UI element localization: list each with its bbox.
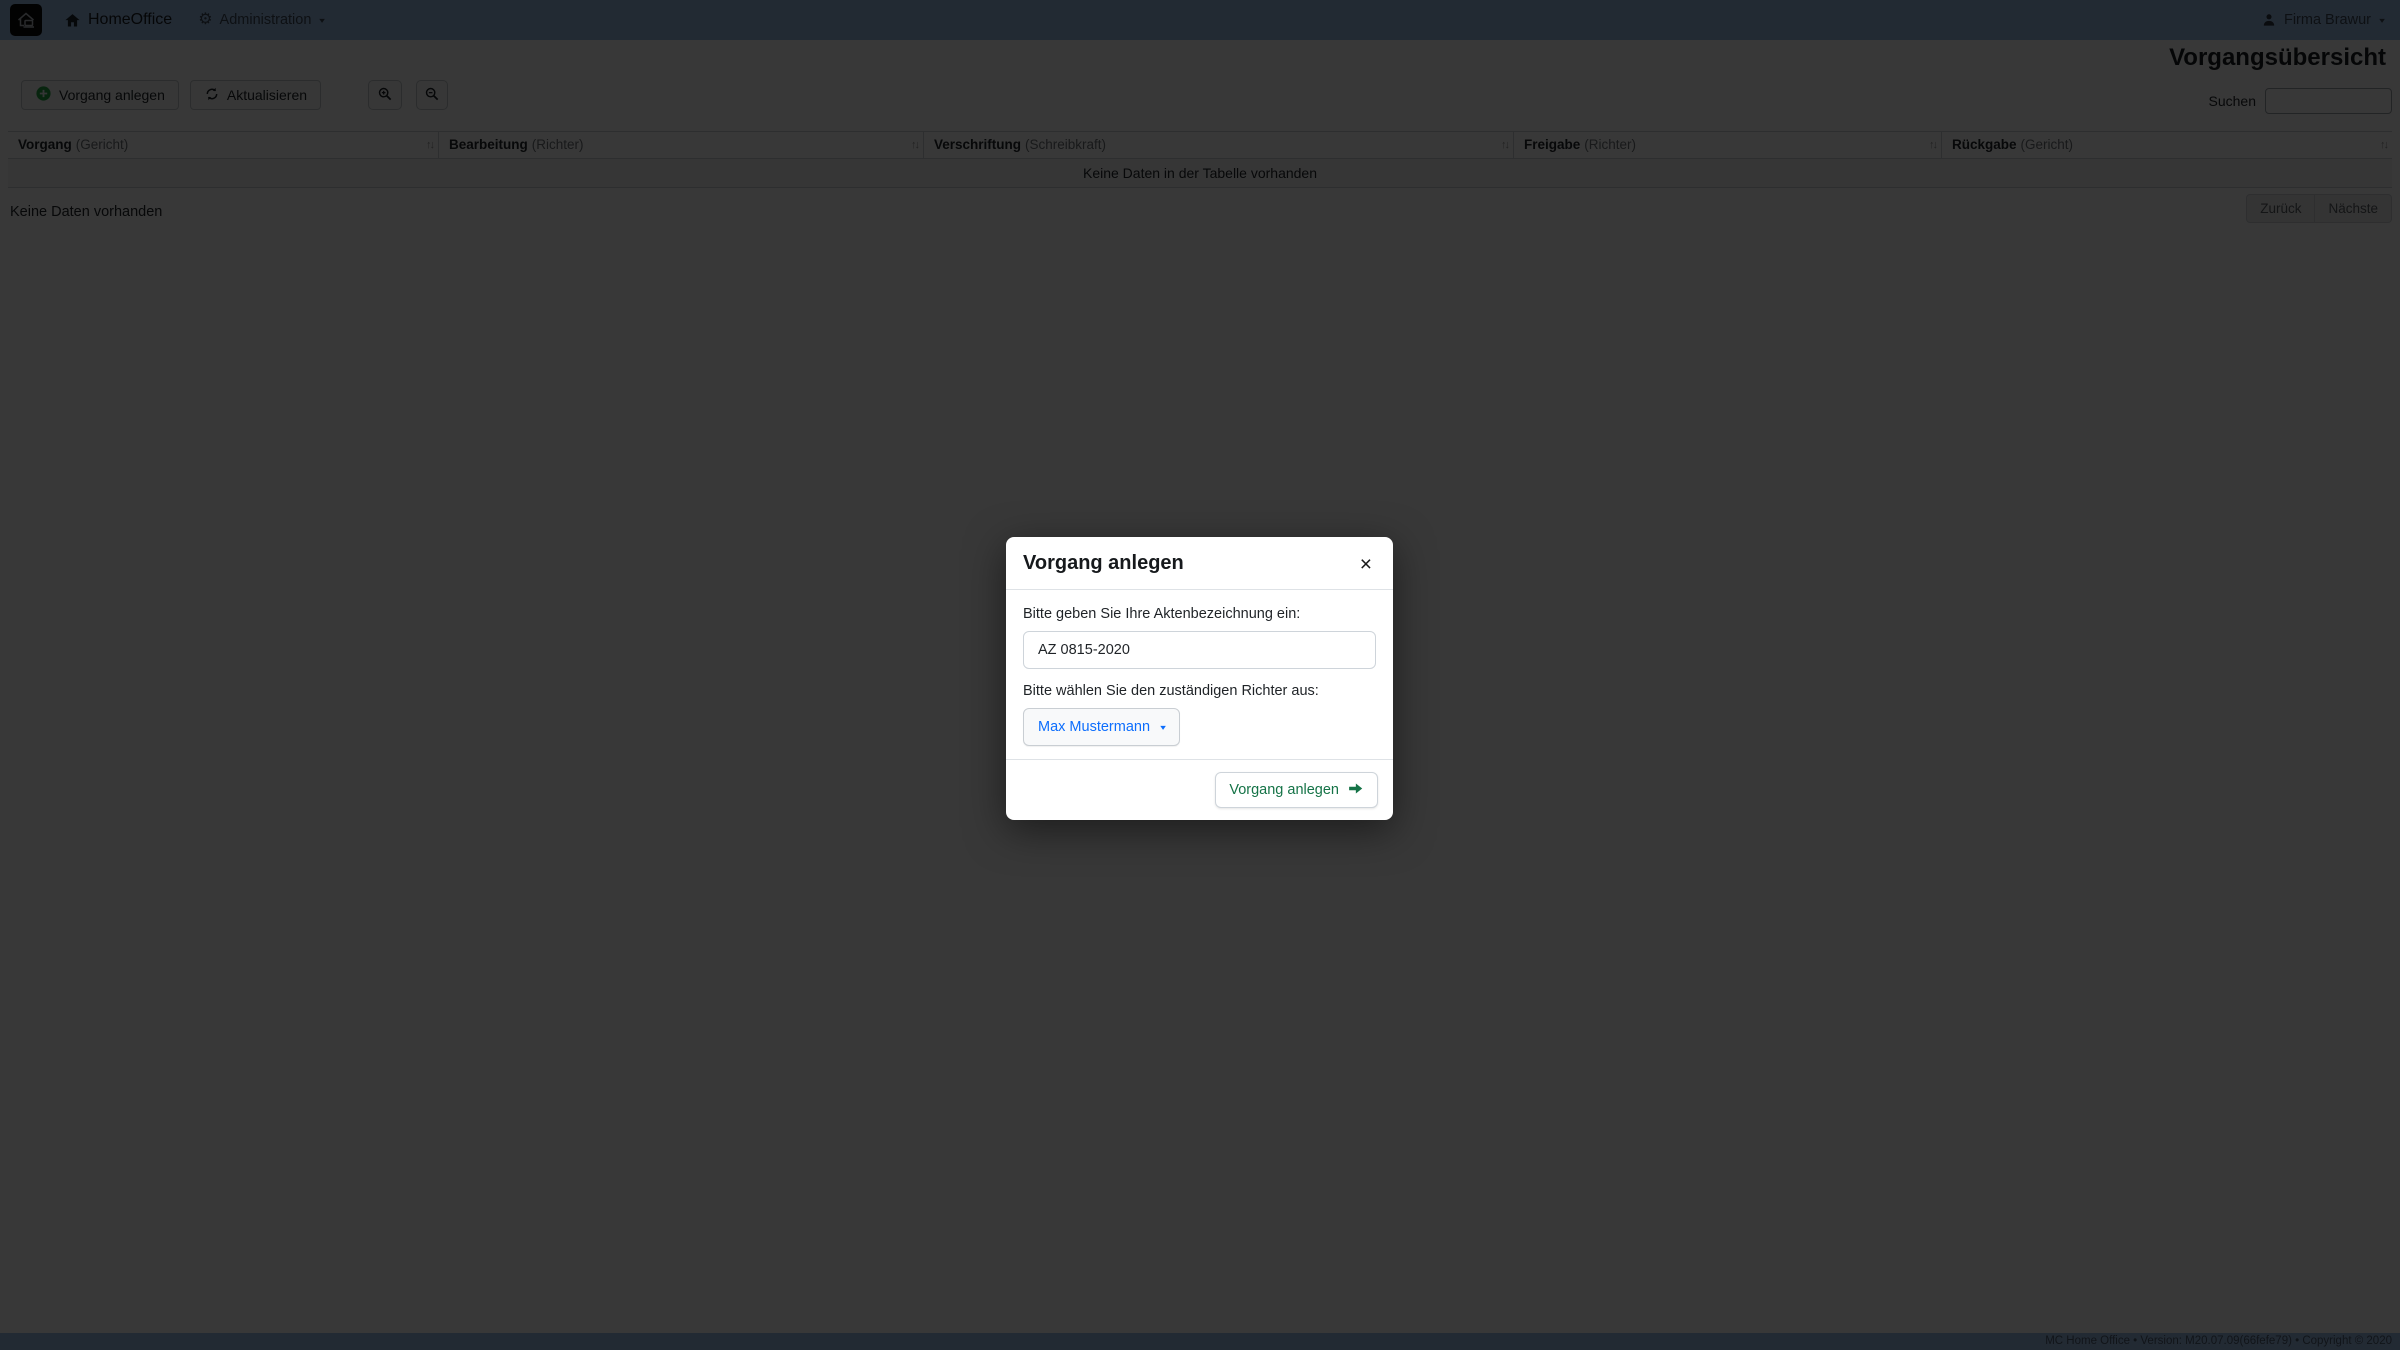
- arrow-right-icon: [1347, 780, 1364, 801]
- file-reference-input[interactable]: [1023, 631, 1376, 669]
- judge-dropdown[interactable]: Max Mustermann ▾: [1023, 708, 1180, 746]
- modal-submit-label: Vorgang anlegen: [1229, 782, 1339, 798]
- judge-select-label: Bitte wählen Sie den zuständigen Richter…: [1023, 683, 1376, 699]
- judge-selected-value: Max Mustermann: [1038, 719, 1150, 735]
- close-icon: ×: [1360, 553, 1372, 576]
- modal-footer: Vorgang anlegen: [1006, 759, 1393, 820]
- app-screen: HomeOffice ⚙ Administration ▾ Firma Braw…: [0, 0, 2400, 1350]
- modal-body: Bitte geben Sie Ihre Aktenbezeichnung ei…: [1006, 590, 1393, 759]
- modal-submit-button[interactable]: Vorgang anlegen: [1215, 772, 1378, 808]
- file-reference-label: Bitte geben Sie Ihre Aktenbezeichnung ei…: [1023, 606, 1376, 622]
- create-case-modal: Vorgang anlegen × Bitte geben Sie Ihre A…: [1006, 537, 1393, 820]
- modal-close-button[interactable]: ×: [1356, 552, 1376, 577]
- modal-header: Vorgang anlegen ×: [1006, 537, 1393, 590]
- modal-title: Vorgang anlegen: [1023, 552, 1184, 575]
- chevron-down-icon: ▾: [1160, 723, 1166, 732]
